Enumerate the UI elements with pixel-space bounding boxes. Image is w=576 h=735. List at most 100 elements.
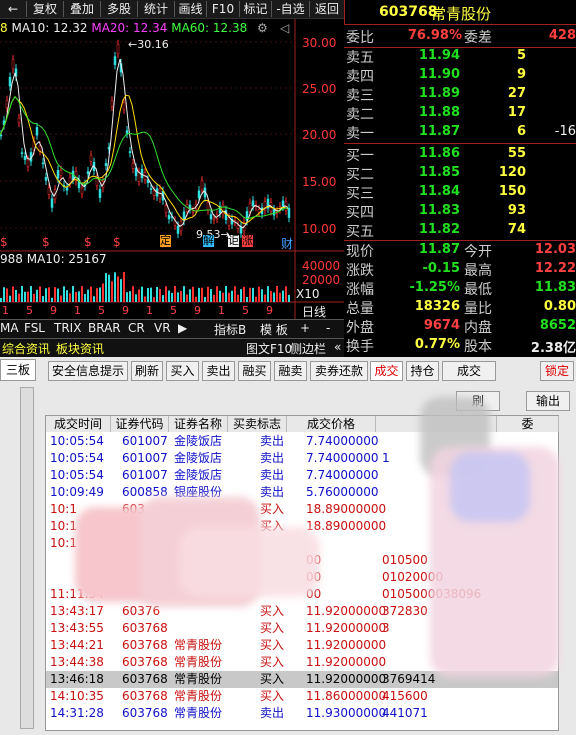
stat-value: 11.83 bbox=[534, 280, 576, 295]
event-mark[interactable]: 解 bbox=[203, 235, 214, 247]
positions-button[interactable]: 持仓 bbox=[406, 361, 439, 381]
menu-duogu[interactable]: 多股 bbox=[101, 1, 138, 17]
export-button[interactable]: 输出 bbox=[526, 391, 570, 411]
col-price[interactable]: 成交价格 bbox=[287, 416, 376, 432]
x-tick: 1 bbox=[218, 304, 225, 317]
cell-side: 买入 bbox=[260, 638, 285, 652]
x-tick: 5 bbox=[26, 304, 33, 317]
menu-biaoji[interactable]: 标记 bbox=[240, 1, 272, 17]
tab-fsl[interactable]: FSL bbox=[24, 321, 45, 335]
bid-level-label: 买四 bbox=[346, 205, 374, 221]
filled-tab-button[interactable]: 成交 bbox=[370, 361, 403, 381]
stat-value: 9674 bbox=[423, 318, 460, 333]
margin-buy-button[interactable]: 融买 bbox=[238, 361, 271, 381]
expand-icon[interactable]: ▶ bbox=[178, 321, 187, 335]
menu-fanhui[interactable]: 返回 bbox=[310, 1, 345, 17]
event-mark[interactable]: $ bbox=[84, 235, 92, 249]
cell-time: 10:1 bbox=[50, 519, 77, 533]
tab-sanban[interactable]: 三板 bbox=[0, 359, 36, 381]
tab-trix[interactable]: TRIX bbox=[54, 321, 81, 335]
cell-extra: 3 bbox=[382, 621, 390, 635]
event-mark[interactable]: 定 bbox=[160, 235, 171, 247]
event-mark[interactable]: 涨 bbox=[242, 235, 253, 247]
cell-extra: 3769414 bbox=[382, 672, 436, 686]
refresh-button[interactable]: 刷新 bbox=[131, 361, 163, 381]
sell-button[interactable]: 卖出 bbox=[202, 361, 235, 381]
cell-code: 601007 bbox=[122, 451, 168, 465]
tab-vr[interactable]: VR bbox=[154, 321, 171, 335]
back-arrow-icon[interactable]: ← bbox=[0, 1, 27, 17]
f10-graphic-button[interactable]: 图文F10 bbox=[246, 340, 292, 357]
cell-name: 常青股份 bbox=[174, 706, 223, 720]
cell-price: 7.74000000 bbox=[306, 451, 379, 465]
collapse-arrow-icon[interactable]: « bbox=[334, 340, 341, 354]
weicha-label: 委差 bbox=[464, 30, 492, 46]
sidebar-button[interactable]: 侧边栏 bbox=[290, 340, 326, 357]
zoom-out-button[interactable]: - bbox=[326, 321, 330, 335]
col-time[interactable]: 成交时间 bbox=[46, 416, 111, 432]
ask-price[interactable]: 11.89 bbox=[394, 86, 460, 101]
buy-button[interactable]: 买入 bbox=[166, 361, 199, 381]
menu-huaxian[interactable]: 画线 bbox=[175, 1, 207, 17]
history-filled-button[interactable]: 成交 bbox=[442, 361, 496, 381]
security-info-button[interactable]: 安全信息提示 bbox=[48, 361, 128, 381]
x-tick: 1 bbox=[2, 304, 9, 317]
ask-level-label: 卖一 bbox=[346, 126, 374, 142]
stat-label: 量比 bbox=[464, 301, 492, 317]
menu-tongji[interactable]: 统计 bbox=[138, 1, 175, 17]
period-daily[interactable]: 日线 bbox=[302, 303, 326, 320]
template-button[interactable]: 模 板 bbox=[260, 321, 288, 338]
table-row[interactable]: 14:31:28 603768 常青股份 卖出 11.93000000 441071 bbox=[46, 705, 558, 722]
margin-sell-button[interactable]: 融卖 bbox=[274, 361, 307, 381]
cell-extra: 441071 bbox=[382, 706, 428, 720]
ask-price[interactable]: 11.94 bbox=[394, 48, 460, 63]
col-code[interactable]: 证券代码 bbox=[111, 416, 169, 432]
menu-zixuan[interactable]: -自选 bbox=[272, 1, 310, 17]
left-scrollbar[interactable] bbox=[20, 387, 34, 729]
kline-chart-panel[interactable]: 8 MA10: 12.32 MA20: 12.34 MA60: 12.38 ⚙ … bbox=[0, 19, 344, 349]
cell-price: 11.92000000 bbox=[306, 604, 387, 618]
bid-price[interactable]: 11.86 bbox=[394, 146, 460, 161]
ask-level-label: 卖二 bbox=[346, 107, 374, 123]
stats-block: 现价 11.87 今开 12.03 涨跌 -0.15 最高 12.22 涨幅 -1.25% 最低 11… bbox=[344, 241, 576, 357]
volume-legend: 988 MA10: 25167 bbox=[0, 252, 107, 266]
ask-price[interactable]: 11.87 bbox=[394, 124, 460, 139]
bid-price[interactable]: 11.82 bbox=[394, 222, 460, 237]
weicha-value: 428 bbox=[548, 28, 576, 43]
event-mark[interactable]: $ bbox=[0, 235, 8, 249]
cell-side: 买入 bbox=[260, 621, 285, 635]
x-tick: 9 bbox=[122, 304, 129, 317]
tab-brar[interactable]: BRAR bbox=[88, 321, 121, 335]
table-row[interactable]: 14:10:35 603768 常青股份 买入 11.86000000 415600 bbox=[46, 688, 558, 705]
sell-repay-button[interactable]: 卖券还款 bbox=[310, 361, 368, 381]
tab-sector-news[interactable]: 板块资讯 bbox=[56, 340, 104, 357]
menu-fuquan[interactable]: 复权 bbox=[27, 1, 64, 17]
privacy-blur bbox=[450, 452, 530, 522]
cell-price: 11.86000000 bbox=[306, 689, 387, 703]
col-side[interactable]: 买卖标志 bbox=[228, 416, 287, 432]
event-mark[interactable]: 财 bbox=[281, 235, 293, 252]
menu-diejia[interactable]: 叠加 bbox=[64, 1, 101, 17]
col-name[interactable]: 证券名称 bbox=[169, 416, 228, 432]
ask-price[interactable]: 11.90 bbox=[394, 67, 460, 82]
cell-code: 603768 bbox=[122, 672, 168, 686]
col-order[interactable]: 委 bbox=[497, 416, 559, 432]
lock-button[interactable]: 锁定 bbox=[540, 361, 574, 381]
bid-price[interactable]: 11.84 bbox=[394, 184, 460, 199]
menu-f10[interactable]: F10 bbox=[207, 1, 240, 17]
indicator-b-button[interactable]: 指标B bbox=[214, 321, 246, 338]
zoom-in-button[interactable]: + bbox=[300, 321, 310, 335]
event-mark[interactable]: $ bbox=[113, 235, 121, 249]
stat-value: 18326 bbox=[414, 299, 460, 314]
ask-price[interactable]: 11.88 bbox=[394, 105, 460, 120]
tab-news[interactable]: 综合资讯 bbox=[2, 340, 50, 357]
bid-price[interactable]: 11.85 bbox=[394, 165, 460, 180]
tab-cr[interactable]: CR bbox=[128, 321, 145, 335]
tab-ma[interactable]: MA bbox=[0, 321, 19, 335]
event-mark[interactable]: 讵 bbox=[228, 235, 239, 247]
chart-menu-bar: ← 复权 叠加 多股 统计 画线 F10 标记 -自选 返回 bbox=[0, 0, 345, 19]
event-mark[interactable]: $ bbox=[42, 235, 50, 249]
bid-price[interactable]: 11.83 bbox=[394, 203, 460, 218]
stat-label: 涨跌 bbox=[346, 263, 374, 279]
x-tick: 9 bbox=[266, 304, 273, 317]
